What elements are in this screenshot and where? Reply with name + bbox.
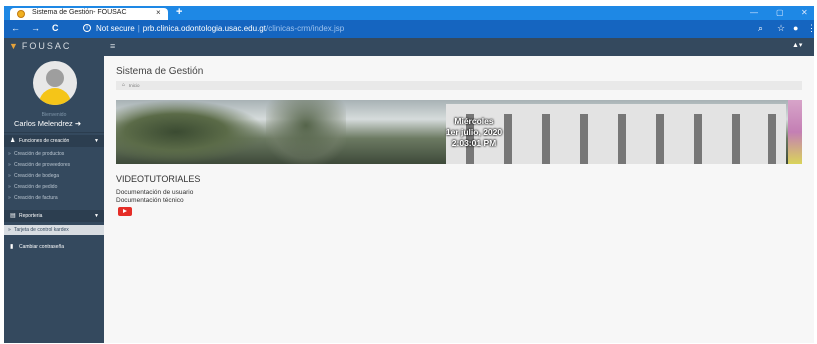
caret-down-icon: ▼ — [94, 138, 99, 144]
favicon-icon — [17, 10, 25, 18]
url-path: /clinicas-crm/index.jsp — [265, 24, 345, 33]
profile-icon[interactable]: ● — [793, 23, 798, 34]
star-icon[interactable]: ☆ — [777, 23, 785, 34]
sidebar-item-label: Creación de productos — [14, 151, 65, 157]
menu-icon[interactable]: ⋮ — [807, 23, 816, 34]
user-menu[interactable]: ▲▾ — [792, 41, 802, 49]
bullet-icon: » — [8, 162, 11, 168]
sidebar-item-label: Tarjeta de control kardex — [14, 227, 69, 233]
welcome-text: Bienvenido — [41, 112, 67, 118]
sidebar-item-productos[interactable]: » Creación de productos — [4, 149, 104, 159]
breadcrumb-home[interactable]: Inicio — [129, 83, 140, 88]
building-fin — [768, 114, 776, 164]
banner-date: 1er julio, 2020 — [445, 127, 503, 137]
minimize-button[interactable]: — — [750, 6, 758, 19]
bullet-icon: » — [8, 195, 11, 201]
building-fin — [656, 114, 664, 164]
brand-name: FOUSAC — [21, 41, 72, 51]
back-button[interactable]: ← — [11, 23, 20, 34]
banner-day: Miércoles — [454, 116, 494, 126]
new-tab-button[interactable]: + — [176, 6, 182, 19]
url-host: prb.clinica.odontologia.usac.edu.gt — [142, 24, 266, 33]
info-icon[interactable]: i — [83, 24, 91, 32]
tab-strip: Sistema de Gestión- FOUSAC × + — ▢ ✕ — [4, 6, 814, 20]
sidebar-item-proveedores[interactable]: » Creación de proveedores — [4, 160, 104, 170]
tooth-icon: ▼ — [9, 41, 18, 51]
sidebar-section-label: Reporteria — [19, 213, 43, 219]
banner-side-strip — [788, 100, 802, 164]
banner-tree-left — [116, 100, 266, 164]
maximize-button[interactable]: ▢ — [776, 6, 784, 19]
sidebar: Bienvenido Carlos Melendrez ➜ ♟ Funcione… — [4, 56, 104, 343]
bullet-icon: » — [8, 173, 11, 179]
sidebar-item-pedido[interactable]: » Creación de pedido — [4, 182, 104, 192]
divider — [4, 132, 104, 133]
videotutoriales-title: VIDEOTUTORIALES — [116, 174, 201, 184]
banner-tree-center — [266, 100, 346, 164]
top-navbar: ▼ FOUSAC ≡ ▲▾ — [4, 38, 814, 56]
avatar — [33, 61, 77, 105]
sidebar-item-label: Creación de bodega — [14, 173, 60, 179]
username-label: Carlos Melendrez — [14, 119, 73, 128]
bullet-icon: » — [8, 184, 11, 190]
brand[interactable]: ▼ FOUSAC — [9, 41, 71, 51]
sidebar-item-label: Creación de proveedores — [14, 162, 71, 168]
security-label: Not secure — [96, 24, 135, 33]
technical-docs-link[interactable]: Documentación técnico — [116, 197, 184, 204]
hamburger-menu-icon[interactable]: ≡ — [110, 41, 115, 51]
main-content: Sistema de Gestión ⌂ Inicio Miércoles 1e… — [104, 56, 814, 343]
logout-icon[interactable]: ➜ — [75, 119, 81, 128]
sidebar-item-change-password[interactable]: ▮ Cambiar contraseña — [4, 241, 104, 253]
browser-window: Sistema de Gestión- FOUSAC × + — ▢ ✕ ← →… — [4, 6, 816, 343]
lock-icon: ▮ — [10, 244, 14, 250]
banner-image: Miércoles 1er julio, 2020 2:03:01 PM — [116, 100, 802, 164]
sidebar-section-label: Funciones de creación — [19, 138, 70, 144]
breadcrumb: ⌂ Inicio — [116, 81, 802, 90]
sidebar-item-factura[interactable]: » Creación de factura — [4, 193, 104, 203]
report-icon: ▤ — [10, 213, 16, 219]
banner-datetime: Miércoles 1er julio, 2020 2:03:01 PM — [399, 116, 549, 149]
sidebar-item-label: Creación de pedido — [14, 184, 58, 190]
sidebar-item-kardex[interactable]: » Tarjeta de control kardex — [4, 225, 104, 235]
user-docs-link[interactable]: Documentación de usuario — [116, 189, 193, 196]
close-window-button[interactable]: ✕ — [801, 6, 808, 19]
avatar-head — [46, 69, 64, 87]
sidebar-section-creacion[interactable]: ♟ Funciones de creación ▼ — [4, 135, 104, 147]
youtube-icon[interactable] — [118, 207, 132, 216]
building-fin — [732, 114, 740, 164]
caret-down-icon: ▼ — [94, 213, 99, 219]
banner-time: 2:03:01 PM — [451, 138, 497, 148]
forward-button[interactable]: → — [31, 23, 40, 34]
user-icon: ♟ — [10, 138, 16, 144]
sidebar-item-bodega[interactable]: » Creación de bodega — [4, 171, 104, 181]
bullet-icon: » — [8, 227, 11, 233]
avatar-body — [39, 88, 71, 105]
url-field[interactable]: Not secure | prb.clinica.odontologia.usac.… — [96, 23, 344, 34]
bullet-icon: » — [8, 151, 11, 157]
tab-close-button[interactable]: × — [156, 8, 161, 17]
building-fin — [618, 114, 626, 164]
home-icon[interactable]: ⌂ — [122, 82, 125, 88]
zoom-icon[interactable]: ⌕ — [758, 23, 763, 34]
username[interactable]: Carlos Melendrez ➜ — [14, 119, 81, 128]
page-title: Sistema de Gestión — [116, 66, 204, 77]
tab-title: Sistema de Gestión- FOUSAC — [32, 9, 127, 16]
building-fin — [580, 114, 588, 164]
reload-button[interactable]: C — [52, 23, 59, 34]
sidebar-item-label: Creación de factura — [14, 195, 58, 201]
address-bar: ← → C i Not secure | prb.clinica.odontolog… — [4, 20, 816, 38]
browser-tab[interactable]: Sistema de Gestión- FOUSAC × — [10, 8, 168, 20]
sidebar-item-label: Cambiar contraseña — [19, 244, 65, 250]
building-fin — [694, 114, 702, 164]
sidebar-section-reporteria[interactable]: ▤ Reporteria ▼ — [4, 210, 104, 222]
